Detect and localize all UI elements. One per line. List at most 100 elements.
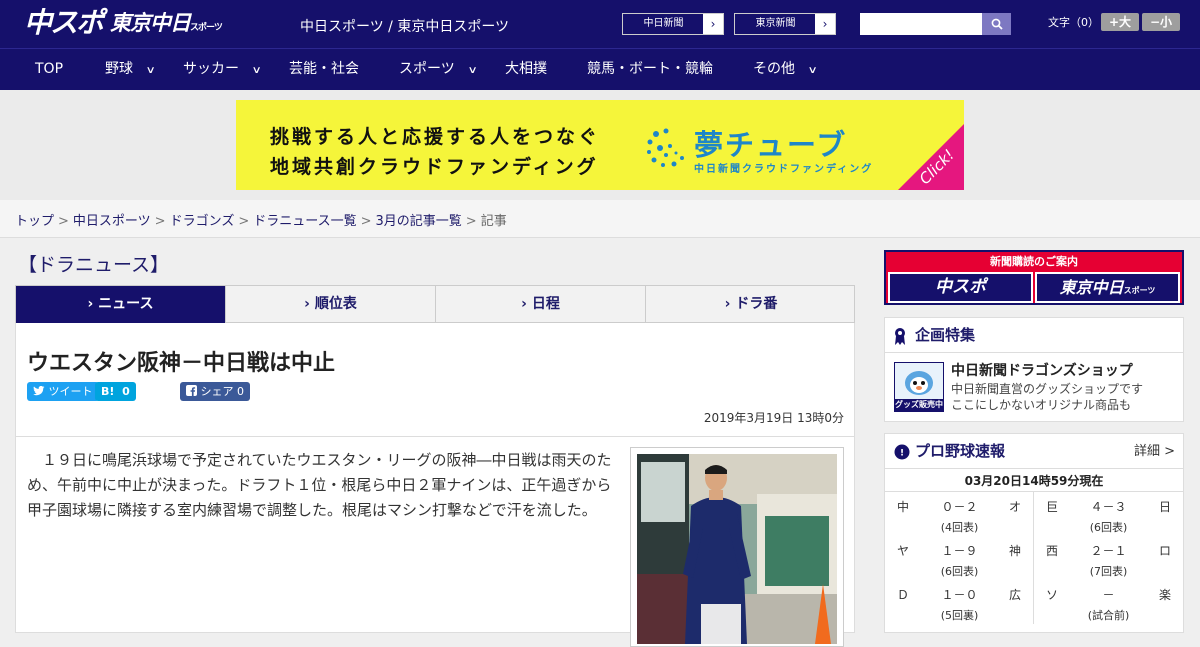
arrow-right-icon: › xyxy=(815,14,835,34)
site-name[interactable]: 中日スポーツ / 東京中日スポーツ xyxy=(300,16,509,36)
hatena-count: 0 xyxy=(122,385,130,398)
ad-brand-sub: 中日新聞クラウドファンディング xyxy=(694,164,874,175)
team-away: オ xyxy=(1008,500,1021,514)
shop-desc-line-1: 中日新聞直営のグッズショップです xyxy=(951,382,1144,396)
font-smaller-button[interactable]: −小 xyxy=(1142,13,1180,31)
yume-tube-banner[interactable]: 挑戦する人と応援する人をつなぐ 地域共創クラウドファンディング 夢チューブ 中日… xyxy=(236,100,964,190)
article-header: ウエスタン阪神－中日戦は中止 ツイート B! 0 シェア 0 2019年3月19… xyxy=(16,323,854,437)
dots-logo-icon xyxy=(647,128,684,167)
chevron-down-icon: ∨ xyxy=(145,65,156,76)
player-photo-illustration xyxy=(637,454,837,644)
breadcrumb-link-dragons[interactable]: ドラゴンズ xyxy=(170,214,235,229)
hatena-bookmark-button[interactable]: B! 0 xyxy=(95,382,136,401)
twitter-bird-icon xyxy=(33,385,45,396)
tab-schedule[interactable]: › 日程 xyxy=(436,286,646,323)
font-larger-button[interactable]: +大 xyxy=(1101,13,1139,31)
scores-column-pacific: 巨 ４－３ 日 (6回表) 西 ２－１ ロ (7回表) ソ－楽 (試合前) xyxy=(1034,492,1183,624)
facebook-share-label: シェア xyxy=(200,385,234,398)
score-row[interactable]: 西 ２－１ ロ (7回表) xyxy=(1034,536,1183,580)
chunichi-shimbun-button[interactable]: 中日新聞 › xyxy=(622,13,724,35)
score-row[interactable]: 中 ０－２ オ (4回表) xyxy=(885,492,1033,536)
score-row[interactable]: ソ－楽 (試合前) xyxy=(1034,580,1183,624)
tokyo-shimbun-button[interactable]: 東京新聞 › xyxy=(734,13,836,35)
tokyo-chunichi-logo[interactable]: 東京中日スポーツ xyxy=(110,6,223,40)
team-away: 日 xyxy=(1158,500,1171,514)
article-photo[interactable] xyxy=(630,447,844,647)
nav-item-sports[interactable]: スポーツ ∨ xyxy=(399,49,478,90)
tab-label: 順位表 xyxy=(314,296,357,312)
game-status: (4回表) xyxy=(940,521,979,534)
score-row[interactable]: Ｄ １－０ 広 (5回裏) xyxy=(885,580,1033,624)
baseball-icon: ! xyxy=(894,444,910,460)
tab-dora-ban[interactable]: › ドラ番 xyxy=(646,286,856,323)
facebook-share-button[interactable]: シェア 0 xyxy=(180,382,250,401)
nav-item-other[interactable]: その他 ∨ xyxy=(753,49,818,90)
scores-column-central: 中 ０－２ オ (4回表) ヤ １－９ 神 (6回表) Ｄ １－０ 広 (5回裏) xyxy=(885,492,1034,624)
nav-label: サッカー xyxy=(183,61,239,77)
shop-desc-line-2: ここにしかないオリジナル商品も xyxy=(951,398,1132,412)
scores-box: ! プロ野球速報 詳細 > 03月20日14時59分現在 中 ０－２ オ (4回表) … xyxy=(884,433,1184,633)
article-body: １９日に鳴尾浜球場で予定されていたウエスタン・リーグの阪神―中日戦は雨天のため、… xyxy=(27,451,612,519)
chevron-down-icon: ∨ xyxy=(467,65,478,76)
game-status: (5回裏) xyxy=(940,609,979,622)
facebook-share-count: 0 xyxy=(237,385,244,398)
shop-badge-label: グッズ販売中 xyxy=(895,400,943,409)
game-status: (7回表) xyxy=(1089,565,1128,578)
tab-news[interactable]: › ニュース xyxy=(16,286,226,331)
score-row[interactable]: 巨 ４－３ 日 (6回表) xyxy=(1034,492,1183,536)
shop-title[interactable]: 中日新聞ドラゴンズショップ xyxy=(951,360,1133,380)
scores-detail-link[interactable]: 詳細 > xyxy=(1134,434,1175,469)
team-away: 楽 xyxy=(1158,588,1171,602)
nav-item-baseball[interactable]: 野球 ∨ xyxy=(105,49,156,90)
subscribe-tokyo-label: 東京中日 xyxy=(1059,278,1124,297)
tweet-button[interactable]: ツイート xyxy=(27,382,99,401)
chuspo-logo[interactable]: 中スポ xyxy=(24,6,104,40)
subscribe-tokyo-small: スポーツ xyxy=(1123,286,1156,295)
breadcrumb-link-top[interactable]: トップ xyxy=(15,214,54,229)
nav-label: 野球 xyxy=(105,61,133,77)
team-away: ロ xyxy=(1158,544,1171,558)
breadcrumb-link-chuspo[interactable]: 中日スポーツ xyxy=(73,214,151,229)
feature-heading: 企画特集 xyxy=(885,318,1183,353)
chevron-down-icon: ∨ xyxy=(251,65,262,76)
nav-item-entertainment[interactable]: 芸能・社会 xyxy=(289,49,359,90)
article-title: ウエスタン阪神－中日戦は中止 xyxy=(27,351,336,376)
ad-line-2: 地域共創クラウドファンディング xyxy=(270,156,599,178)
hatena-icon: B! xyxy=(101,385,115,398)
game-status: (6回表) xyxy=(940,565,979,578)
chunichi-shimbun-label: 中日新聞 xyxy=(643,18,684,29)
ad-line-1: 挑戦する人と応援する人をつなぐ xyxy=(270,126,601,148)
search-icon xyxy=(991,18,1003,30)
score-row[interactable]: ヤ １－９ 神 (6回表) xyxy=(885,536,1033,580)
breadcrumb-link-news-list[interactable]: ドラニュース一覧 xyxy=(253,214,356,229)
shop-description: 中日新聞直営のグッズショップです ここにしかないオリジナル商品も xyxy=(951,381,1143,413)
font-size-label: 文字（0） xyxy=(1048,16,1099,29)
arrow-right-icon: › xyxy=(703,14,723,34)
dragons-shop-thumbnail[interactable]: グッズ販売中 xyxy=(894,362,944,412)
search-input[interactable] xyxy=(860,13,983,35)
subscription-title: 新聞購読のご案内 xyxy=(990,255,1078,268)
game-status: (試合前) xyxy=(1087,609,1130,622)
nav-item-top[interactable]: TOP xyxy=(35,49,63,90)
subscribe-tokyo-chunichi-button[interactable]: 東京中日スポーツ xyxy=(1035,272,1180,303)
nav-label: 大相撲 xyxy=(505,61,547,77)
subscription-box: 新聞購読のご案内 中スポ 東京中日スポーツ xyxy=(884,250,1184,305)
nav-label: 芸能・社会 xyxy=(289,61,359,77)
tweet-label: ツイート xyxy=(48,385,93,398)
ribbon-icon xyxy=(895,328,905,345)
breadcrumb-link-march[interactable]: 3月の記事一覧 xyxy=(376,214,462,229)
breadcrumb-separator: > xyxy=(238,214,250,229)
tab-standings[interactable]: › 順位表 xyxy=(226,286,436,323)
subscribe-chuspo-button[interactable]: 中スポ xyxy=(888,272,1033,303)
tab-label: ニュース xyxy=(98,296,154,312)
section-tabs: › ニュース › 順位表 › 日程 › ドラ番 xyxy=(15,285,856,331)
nav-item-racing[interactable]: 競馬・ボート・競輪 xyxy=(587,49,713,90)
nav-item-soccer[interactable]: サッカー ∨ xyxy=(183,49,262,90)
article: ウエスタン阪神－中日戦は中止 ツイート B! 0 シェア 0 2019年3月19… xyxy=(15,323,855,647)
search-button[interactable] xyxy=(982,13,1011,35)
section-title: 【ドラニュース】 xyxy=(18,254,170,276)
nav-label: 競馬・ボート・競輪 xyxy=(587,61,713,77)
scores-heading: ! プロ野球速報 詳細 > xyxy=(885,434,1183,469)
facebook-icon xyxy=(186,385,197,396)
nav-item-sumo[interactable]: 大相撲 xyxy=(505,49,547,90)
